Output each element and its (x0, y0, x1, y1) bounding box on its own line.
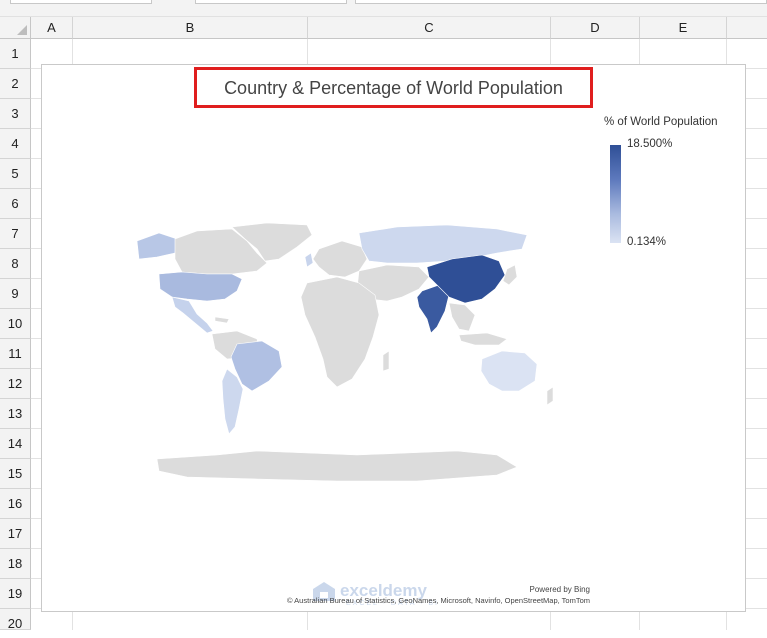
row-header-3[interactable]: 3 (0, 99, 31, 129)
select-all-corner[interactable] (0, 17, 31, 39)
chart-title[interactable]: Country & Percentage of World Population (194, 67, 593, 108)
filled-map-chart[interactable]: Country & Percentage of World Population… (41, 64, 746, 612)
row-header-7[interactable]: 7 (0, 219, 31, 249)
function-box-edge[interactable] (195, 0, 347, 4)
region-southeast-asia[interactable] (448, 302, 476, 332)
row-header-6[interactable]: 6 (0, 189, 31, 219)
legend-color-scale (610, 145, 621, 243)
select-all-triangle-icon (17, 25, 27, 35)
row-header-17[interactable]: 17 (0, 519, 31, 549)
column-header-a[interactable]: A (31, 17, 73, 39)
column-header-d[interactable]: D (551, 17, 640, 39)
name-box-edge[interactable] (10, 0, 152, 4)
row-header-9[interactable]: 9 (0, 279, 31, 309)
row-header-16[interactable]: 16 (0, 489, 31, 519)
row-header-19[interactable]: 19 (0, 579, 31, 609)
column-header-e[interactable]: E (640, 17, 727, 39)
country-russia[interactable] (358, 224, 528, 264)
country-japan[interactable] (502, 264, 518, 286)
country-australia[interactable] (480, 350, 538, 392)
row-header-10[interactable]: 10 (0, 309, 31, 339)
column-header-next[interactable] (727, 17, 767, 39)
country-madagascar[interactable] (382, 350, 390, 372)
legend-title: % of World Population (604, 116, 718, 128)
country-new-zealand[interactable] (546, 386, 554, 406)
legend-min-label: 0.134% (627, 236, 667, 248)
powered-by-bing: Powered by Bing (529, 585, 590, 594)
world-map[interactable] (97, 219, 587, 484)
row-header-12[interactable]: 12 (0, 369, 31, 399)
formula-input-edge[interactable] (355, 0, 767, 4)
row-header-11[interactable]: 11 (0, 339, 31, 369)
region-uk[interactable] (304, 252, 314, 268)
row-header-5[interactable]: 5 (0, 159, 31, 189)
formula-bar-strip (0, 0, 767, 17)
row-header-8[interactable]: 8 (0, 249, 31, 279)
row-header-15[interactable]: 15 (0, 459, 31, 489)
row-header-14[interactable]: 14 (0, 429, 31, 459)
row-header-18[interactable]: 18 (0, 549, 31, 579)
row-header-1[interactable]: 1 (0, 39, 31, 69)
region-africa[interactable] (300, 276, 380, 388)
region-caribbean[interactable] (214, 316, 230, 324)
column-header-c[interactable]: C (308, 17, 551, 39)
legend-max-label: 18.500% (627, 138, 673, 150)
row-header-2[interactable]: 2 (0, 69, 31, 99)
region-antarctica[interactable] (156, 450, 518, 482)
country-mexico[interactable] (171, 296, 214, 334)
country-indonesia[interactable] (458, 332, 508, 346)
map-attribution: © Australian Bureau of Statistics, GeoNa… (286, 596, 590, 605)
country-usa[interactable] (158, 271, 243, 302)
column-header-b[interactable]: B (73, 17, 308, 39)
country-alaska[interactable] (136, 232, 178, 260)
row-header-13[interactable]: 13 (0, 399, 31, 429)
row-header-4[interactable]: 4 (0, 129, 31, 159)
row-header-20[interactable]: 20 (0, 609, 31, 631)
